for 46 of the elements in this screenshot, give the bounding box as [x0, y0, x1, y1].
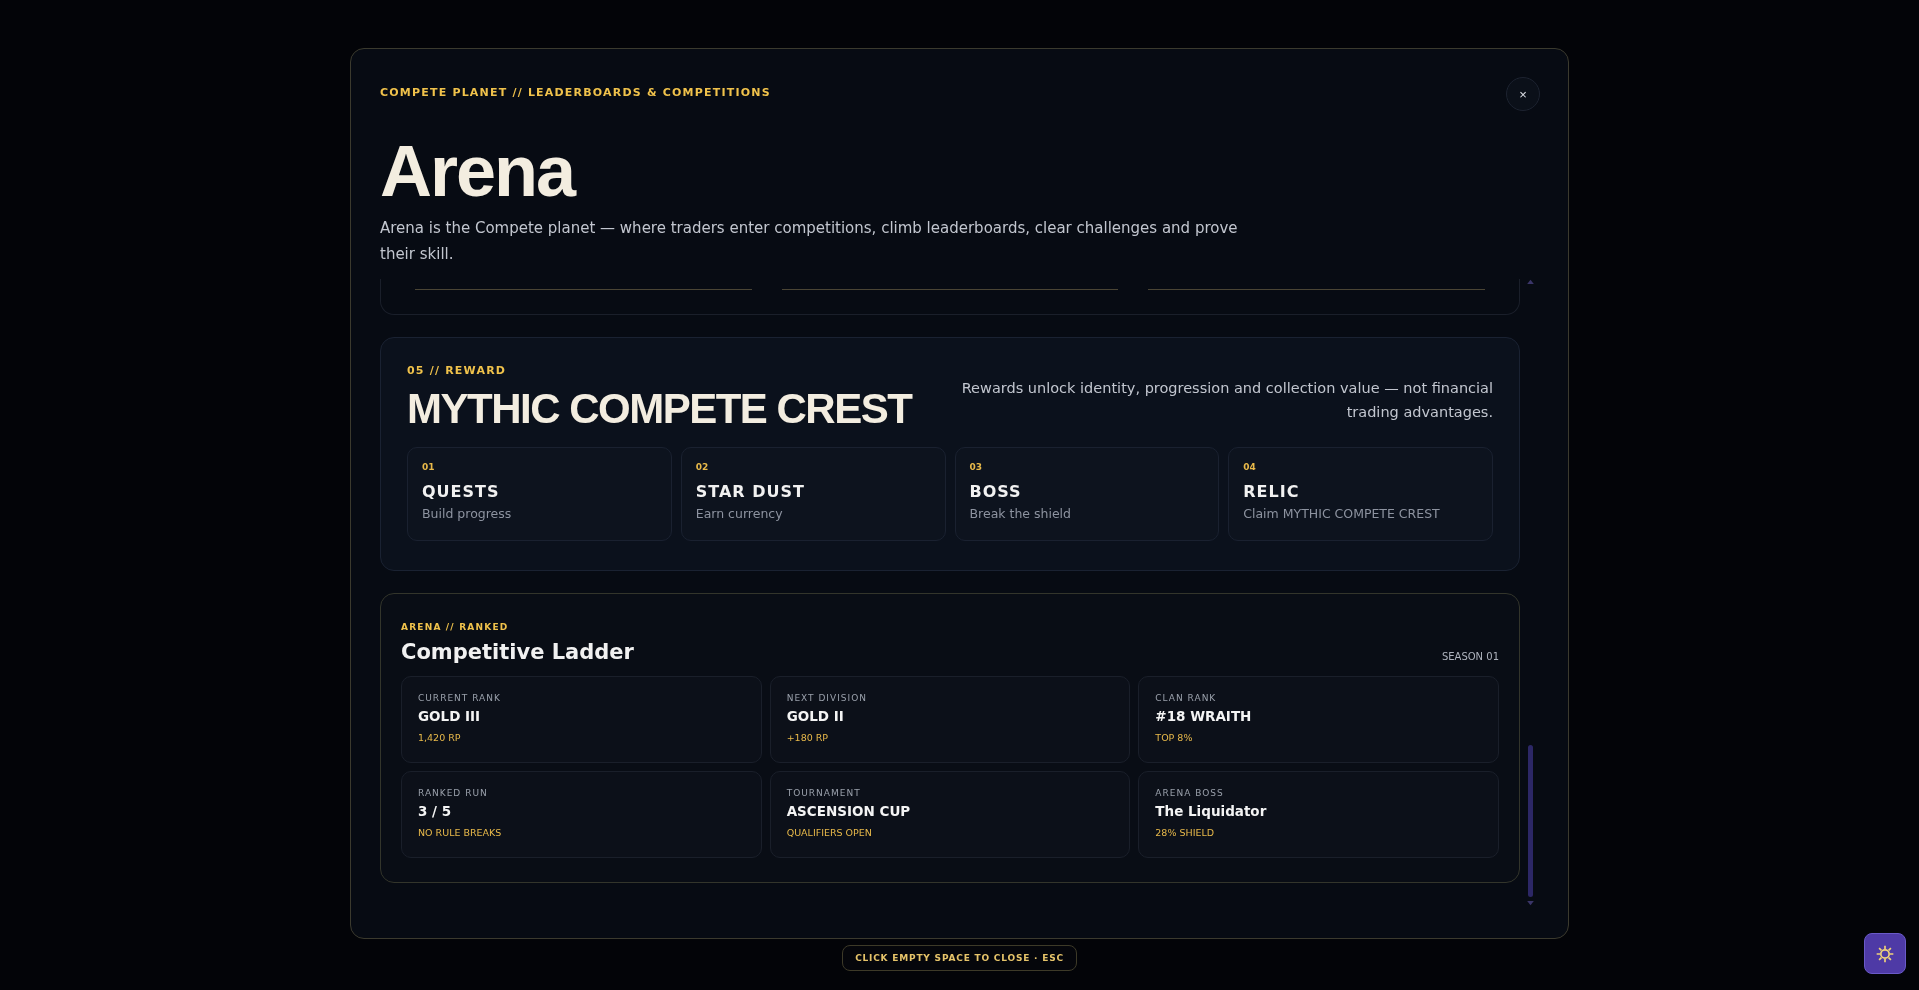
step-title: QUESTS [422, 482, 501, 501]
ladder-title: Competitive Ladder [401, 640, 634, 664]
close-hint: CLICK EMPTY SPACE TO CLOSE · ESC [842, 945, 1077, 971]
stat-label: TOURNAMENT [786, 788, 862, 798]
reward-note: Rewards unlock identity, progression and collection value — not financial trading advantages. [960, 379, 1493, 422]
stat-label: NEXT DIVISION [786, 693, 869, 703]
stat-label: CURRENT RANK [418, 693, 502, 703]
step-subtitle: Earn currency [695, 506, 784, 521]
scroll-down-icon[interactable] [1526, 901, 1534, 906]
settings-icon [1875, 943, 1895, 964]
stat-detail: TOP 8% [1155, 732, 1194, 743]
stat-value: 3 / 5 [418, 803, 453, 819]
step-number: 03 [969, 462, 984, 472]
stat-label: RANKED RUN [418, 788, 489, 798]
eyebrow-label: 05 // REWARD [407, 364, 507, 377]
stat-label: CLAN RANK [1155, 693, 1218, 703]
step-subtitle: Break the shield [969, 506, 1072, 521]
stat-detail: 28% SHIELD [1155, 827, 1216, 838]
stat-value: ASCENSION CUP [786, 803, 912, 819]
stat-detail: QUALIFIERS OPEN [786, 827, 873, 838]
step-title: RELIC [1243, 482, 1301, 501]
stat-value: GOLD II [786, 708, 845, 724]
step-title: BOSS [969, 482, 1023, 501]
step-subtitle: Build progress [422, 506, 513, 521]
step-number: 02 [695, 462, 710, 472]
scrollbar[interactable] [1526, 279, 1534, 906]
stat-detail: NO RULE BREAKS [418, 827, 503, 838]
step-number: 04 [1243, 462, 1257, 472]
stat-detail: +180 RP [786, 732, 830, 743]
step-title: STAR DUST [695, 482, 806, 501]
description: Arena is the Compete planet — where traders enter competitions, climb leaderboards, clear challenges and prove their skill. [380, 218, 1239, 265]
stat-value: The Liquidator [1155, 803, 1268, 819]
reward-title: MYTHIC COMPETE CREST [407, 385, 912, 433]
scroll-up-icon[interactable] [1526, 279, 1534, 284]
season-label: SEASON 01 [1441, 651, 1499, 662]
stat-detail: 1,420 RP [418, 732, 462, 743]
close-button[interactable]: × [1506, 77, 1540, 111]
step-number: 01 [422, 462, 436, 472]
settings-button[interactable] [1864, 933, 1906, 974]
eyebrow-label: ARENA // RANKED [401, 622, 509, 632]
stat-label: ARENA BOSS [1155, 788, 1225, 798]
step-subtitle: Claim MYTHIC COMPETE CREST [1243, 506, 1441, 521]
page-title: Arena [380, 135, 577, 207]
stat-value: #18 WRAITH [1155, 708, 1253, 724]
stat-value: GOLD III [418, 708, 482, 724]
eyebrow-label: COMPETE PLANET // LEADERBOARDS & COMPETITIONS [380, 86, 771, 99]
